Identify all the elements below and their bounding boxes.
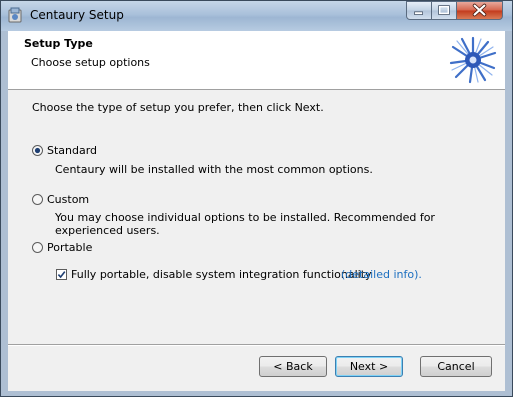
wizard-header: Setup Type Choose setup options	[8, 31, 505, 90]
wizard-body: Setup Type Choose setup options Choose t…	[8, 31, 505, 391]
custom-label[interactable]: Custom	[47, 193, 89, 206]
button-divider	[8, 344, 505, 346]
close-icon	[472, 3, 487, 17]
radio-custom[interactable]	[32, 194, 43, 205]
minimize-icon	[414, 11, 423, 15]
title-bar[interactable]: Centaury Setup	[1, 1, 512, 31]
custom-description: You may choose individual options to be …	[55, 211, 435, 237]
minimize-button[interactable]	[406, 1, 432, 20]
window-title: Centaury Setup	[30, 8, 124, 22]
cancel-button[interactable]: Cancel	[420, 356, 492, 377]
detailed-info-link[interactable]: (detailed info).	[341, 268, 422, 281]
maximize-icon	[438, 5, 450, 15]
back-button[interactable]: < Back	[259, 356, 327, 377]
standard-label[interactable]: Standard	[47, 144, 97, 157]
portable-checkbox-label[interactable]: Fully portable, disable system integrati…	[71, 268, 372, 281]
standard-description: Centaury will be installed with the most…	[55, 163, 373, 176]
installer-icon[interactable]	[7, 7, 23, 24]
portable-checkbox[interactable]	[56, 269, 67, 280]
next-button[interactable]: Next >	[335, 356, 403, 377]
radio-standard[interactable]	[32, 145, 43, 156]
close-button[interactable]	[456, 1, 503, 20]
cornflower-logo	[449, 36, 497, 84]
instruction-text: Choose the type of setup you prefer, the…	[32, 101, 324, 114]
page-subtitle: Choose setup options	[31, 56, 150, 69]
page-title: Setup Type	[24, 37, 93, 50]
setup-window: Centaury Setup Setup Type Choose setup o…	[0, 0, 513, 397]
maximize-button[interactable]	[431, 1, 457, 20]
radio-portable[interactable]	[32, 242, 43, 253]
portable-label[interactable]: Portable	[47, 241, 92, 254]
